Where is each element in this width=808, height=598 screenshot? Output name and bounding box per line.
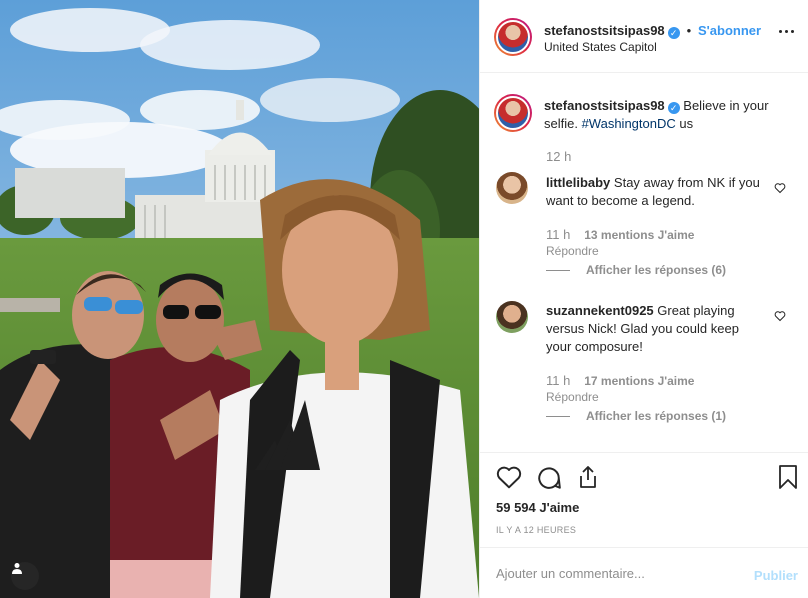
comment-likes[interactable]: 13 mentions J'aime [584, 228, 694, 242]
comment-meta: 11 h 13 mentions J'aime [546, 226, 694, 242]
author-username[interactable]: stefanostsitsipas98 [544, 23, 665, 38]
comment-likes[interactable]: 17 mentions J'aime [584, 374, 694, 388]
reply-button[interactable]: Répondre [546, 390, 599, 404]
likes-count[interactable]: 59 594 J'aime [496, 500, 579, 515]
add-comment-bar: Publier [480, 547, 808, 598]
caption-text-end: us [675, 116, 694, 131]
verified-badge-icon: ✓ [667, 102, 680, 114]
caption: stefanostsitsipas98 ✓ Believe in your sel… [544, 97, 784, 133]
post-header: stefanostsitsipas98 ✓ • S'abonner United … [480, 0, 808, 73]
author-avatar[interactable] [494, 18, 532, 56]
tagged-users-button[interactable] [11, 562, 39, 590]
more-options-icon[interactable] [779, 30, 794, 33]
comment-age[interactable]: 11 h [546, 373, 570, 388]
post-actions: 59 594 J'aime Il y a 12 heures [480, 452, 808, 547]
publish-button[interactable]: Publier [754, 568, 798, 583]
heart-icon[interactable] [496, 465, 522, 489]
comment-username[interactable]: suzannekent0925 [546, 303, 654, 318]
post-details-panel: stefanostsitsipas98 ✓ • S'abonner United … [479, 0, 808, 598]
separator-dot: • [686, 23, 692, 38]
comment-avatar[interactable] [496, 301, 528, 333]
view-replies-label: Afficher les réponses (1) [586, 409, 727, 423]
comment-text: suzannekent0925 Great playing versus Nic… [546, 302, 766, 356]
follow-button[interactable]: S'abonner [698, 23, 761, 38]
comment-avatar[interactable] [496, 172, 528, 204]
view-replies-button[interactable]: Afficher les réponses (6) [546, 263, 726, 277]
comment-like-heart-icon[interactable] [774, 310, 786, 322]
comments-list[interactable]: stefanostsitsipas98 ✓ Believe in your sel… [480, 74, 808, 452]
comment-icon[interactable] [536, 465, 562, 491]
share-icon[interactable] [576, 464, 600, 490]
reply-button[interactable]: Répondre [546, 244, 599, 258]
comment-username[interactable]: littlelibaby [546, 175, 610, 190]
comment-like-heart-icon[interactable] [774, 182, 786, 194]
comment-text: littlelibaby Stay away from NK if you wa… [546, 174, 766, 210]
view-replies-button[interactable]: Afficher les réponses (1) [546, 409, 726, 423]
location-link[interactable]: United States Capitol [544, 40, 657, 54]
view-replies-label: Afficher les réponses (6) [586, 263, 727, 277]
verified-badge-icon: ✓ [667, 27, 680, 39]
caption-username[interactable]: stefanostsitsipas98 [544, 98, 665, 113]
comment-meta: 11 h 17 mentions J'aime [546, 372, 694, 388]
user-icon [12, 563, 22, 574]
comment-age[interactable]: 11 h [546, 227, 570, 242]
bookmark-icon[interactable] [778, 464, 798, 490]
caption-author-avatar[interactable] [494, 94, 532, 132]
post-photo[interactable] [0, 0, 479, 598]
hashtag-link[interactable]: #WashingtonDC [582, 116, 676, 131]
divider-line [546, 415, 570, 417]
divider-line [546, 269, 570, 271]
caption-age[interactable]: 12 h [546, 149, 571, 164]
post-timestamp[interactable]: Il y a 12 heures [496, 525, 576, 535]
comment-input[interactable] [496, 565, 736, 581]
selfie-image [0, 0, 479, 598]
